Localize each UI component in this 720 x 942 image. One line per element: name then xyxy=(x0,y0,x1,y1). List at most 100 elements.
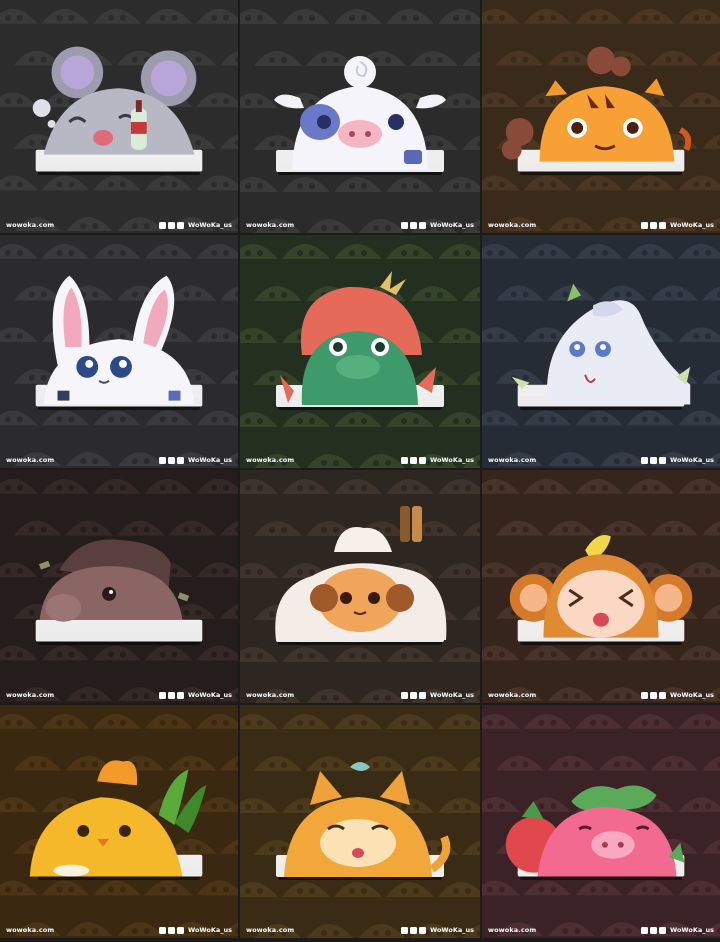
sticker-tile-dragon[interactable]: wowoka.com WoWoKa_us xyxy=(240,235,480,468)
tile-footer: wowoka.com WoWoKa_us xyxy=(482,219,720,231)
tile-footer: wowoka.com WoWoKa_us xyxy=(0,454,238,466)
website-url: wowoka.com xyxy=(6,926,55,934)
sticker-gallery-grid: wowoka.com WoWoKa_us wowoka.com WoWoKa_us … xyxy=(0,0,720,942)
social-handle-group: WoWoKa_us xyxy=(401,691,474,699)
social-handle: WoWoKa_us xyxy=(188,456,232,464)
instagram-icon xyxy=(659,691,667,699)
social-handle: WoWoKa_us xyxy=(430,456,474,464)
social-handle-group: WoWoKa_us xyxy=(159,456,232,464)
dog-peeker-sticker xyxy=(276,762,451,877)
monkey-peeker-sticker xyxy=(509,535,693,642)
twitter-icon xyxy=(650,926,658,934)
website-url: wowoka.com xyxy=(6,456,55,464)
instagram-icon xyxy=(419,691,427,699)
pig-peeker-sticker xyxy=(505,785,685,877)
tile-footer: wowoka.com WoWoKa_us xyxy=(0,689,238,701)
social-handle-group: WoWoKa_us xyxy=(159,926,232,934)
social-handle: WoWoKa_us xyxy=(670,221,714,229)
tile-footer: wowoka.com WoWoKa_us xyxy=(0,924,238,936)
facebook-icon xyxy=(641,691,649,699)
snake-peeker-sticker xyxy=(511,283,691,407)
twitter-icon xyxy=(410,221,418,229)
social-handle-group: WoWoKa_us xyxy=(641,221,714,229)
tile-footer: wowoka.com WoWoKa_us xyxy=(482,689,720,701)
twitter-icon xyxy=(410,691,418,699)
facebook-icon xyxy=(159,456,167,464)
instagram-icon xyxy=(419,456,427,464)
twitter-icon xyxy=(168,221,176,229)
instagram-icon xyxy=(177,691,185,699)
twitter-icon xyxy=(168,926,176,934)
sticker-tile-goat[interactable]: wowoka.com WoWoKa_us xyxy=(240,470,480,703)
sticker-tile-dog[interactable]: wowoka.com WoWoKa_us xyxy=(240,705,480,938)
social-handle: WoWoKa_us xyxy=(188,691,232,699)
social-handle-group: WoWoKa_us xyxy=(641,926,714,934)
twitter-icon xyxy=(410,926,418,934)
website-url: wowoka.com xyxy=(246,926,295,934)
rooster-peeker-sticker xyxy=(29,760,207,877)
social-handle: WoWoKa_us xyxy=(188,926,232,934)
facebook-icon xyxy=(401,926,409,934)
twitter-icon xyxy=(168,691,176,699)
sticker-tile-snake[interactable]: wowoka.com WoWoKa_us xyxy=(482,235,720,468)
twitter-icon xyxy=(410,456,418,464)
sticker-tile-ox[interactable]: wowoka.com WoWoKa_us xyxy=(240,0,480,233)
ox-peeker-sticker xyxy=(274,56,446,172)
goat-peeker-sticker xyxy=(275,506,447,642)
tile-footer: wowoka.com WoWoKa_us xyxy=(240,924,480,936)
social-handle: WoWoKa_us xyxy=(188,221,232,229)
social-handle-group: WoWoKa_us xyxy=(401,221,474,229)
instagram-icon xyxy=(419,926,427,934)
social-handle-group: WoWoKa_us xyxy=(641,691,714,699)
facebook-icon xyxy=(641,221,649,229)
social-handle: WoWoKa_us xyxy=(670,926,714,934)
horse-peeker-sticker xyxy=(35,539,203,642)
website-url: wowoka.com xyxy=(246,456,295,464)
website-url: wowoka.com xyxy=(6,221,55,229)
instagram-icon xyxy=(177,456,185,464)
sticker-tile-tiger[interactable]: wowoka.com WoWoKa_us xyxy=(482,0,720,233)
twitter-icon xyxy=(650,691,658,699)
sticker-tile-horse[interactable]: wowoka.com WoWoKa_us xyxy=(0,470,238,703)
facebook-icon xyxy=(401,691,409,699)
social-handle-group: WoWoKa_us xyxy=(159,221,232,229)
facebook-icon xyxy=(641,926,649,934)
social-handle-group: WoWoKa_us xyxy=(401,926,474,934)
website-url: wowoka.com xyxy=(488,221,537,229)
instagram-icon xyxy=(177,926,185,934)
facebook-icon xyxy=(401,221,409,229)
twitter-icon xyxy=(168,456,176,464)
social-handle: WoWoKa_us xyxy=(670,456,714,464)
instagram-icon xyxy=(177,221,185,229)
rabbit-peeker-sticker xyxy=(35,275,203,407)
facebook-icon xyxy=(159,691,167,699)
sticker-tile-rat[interactable]: wowoka.com WoWoKa_us xyxy=(0,0,238,233)
tile-footer: wowoka.com WoWoKa_us xyxy=(482,924,720,936)
facebook-icon xyxy=(159,926,167,934)
instagram-icon xyxy=(659,456,667,464)
social-handle-group: WoWoKa_us xyxy=(641,456,714,464)
twitter-icon xyxy=(650,456,658,464)
tile-footer: wowoka.com WoWoKa_us xyxy=(482,454,720,466)
sticker-tile-monkey[interactable]: wowoka.com WoWoKa_us xyxy=(482,470,720,703)
social-handle-group: WoWoKa_us xyxy=(401,456,474,464)
twitter-icon xyxy=(650,221,658,229)
sticker-tile-rooster[interactable]: wowoka.com WoWoKa_us xyxy=(0,705,238,938)
website-url: wowoka.com xyxy=(6,691,55,699)
dragon-peeker-sticker xyxy=(276,271,444,407)
social-handle: WoWoKa_us xyxy=(430,926,474,934)
tile-footer: wowoka.com WoWoKa_us xyxy=(240,219,480,231)
website-url: wowoka.com xyxy=(246,221,295,229)
instagram-icon xyxy=(419,221,427,229)
facebook-icon xyxy=(159,221,167,229)
website-url: wowoka.com xyxy=(488,691,537,699)
sticker-tile-pig[interactable]: wowoka.com WoWoKa_us xyxy=(482,705,720,938)
tile-footer: wowoka.com WoWoKa_us xyxy=(240,454,480,466)
tiger-peeker-sticker xyxy=(501,46,692,172)
tile-footer: wowoka.com WoWoKa_us xyxy=(0,219,238,231)
instagram-icon xyxy=(659,926,667,934)
social-handle: WoWoKa_us xyxy=(430,221,474,229)
rat-peeker-sticker xyxy=(32,46,203,172)
website-url: wowoka.com xyxy=(488,926,537,934)
sticker-tile-rabbit[interactable]: wowoka.com WoWoKa_us xyxy=(0,235,238,468)
